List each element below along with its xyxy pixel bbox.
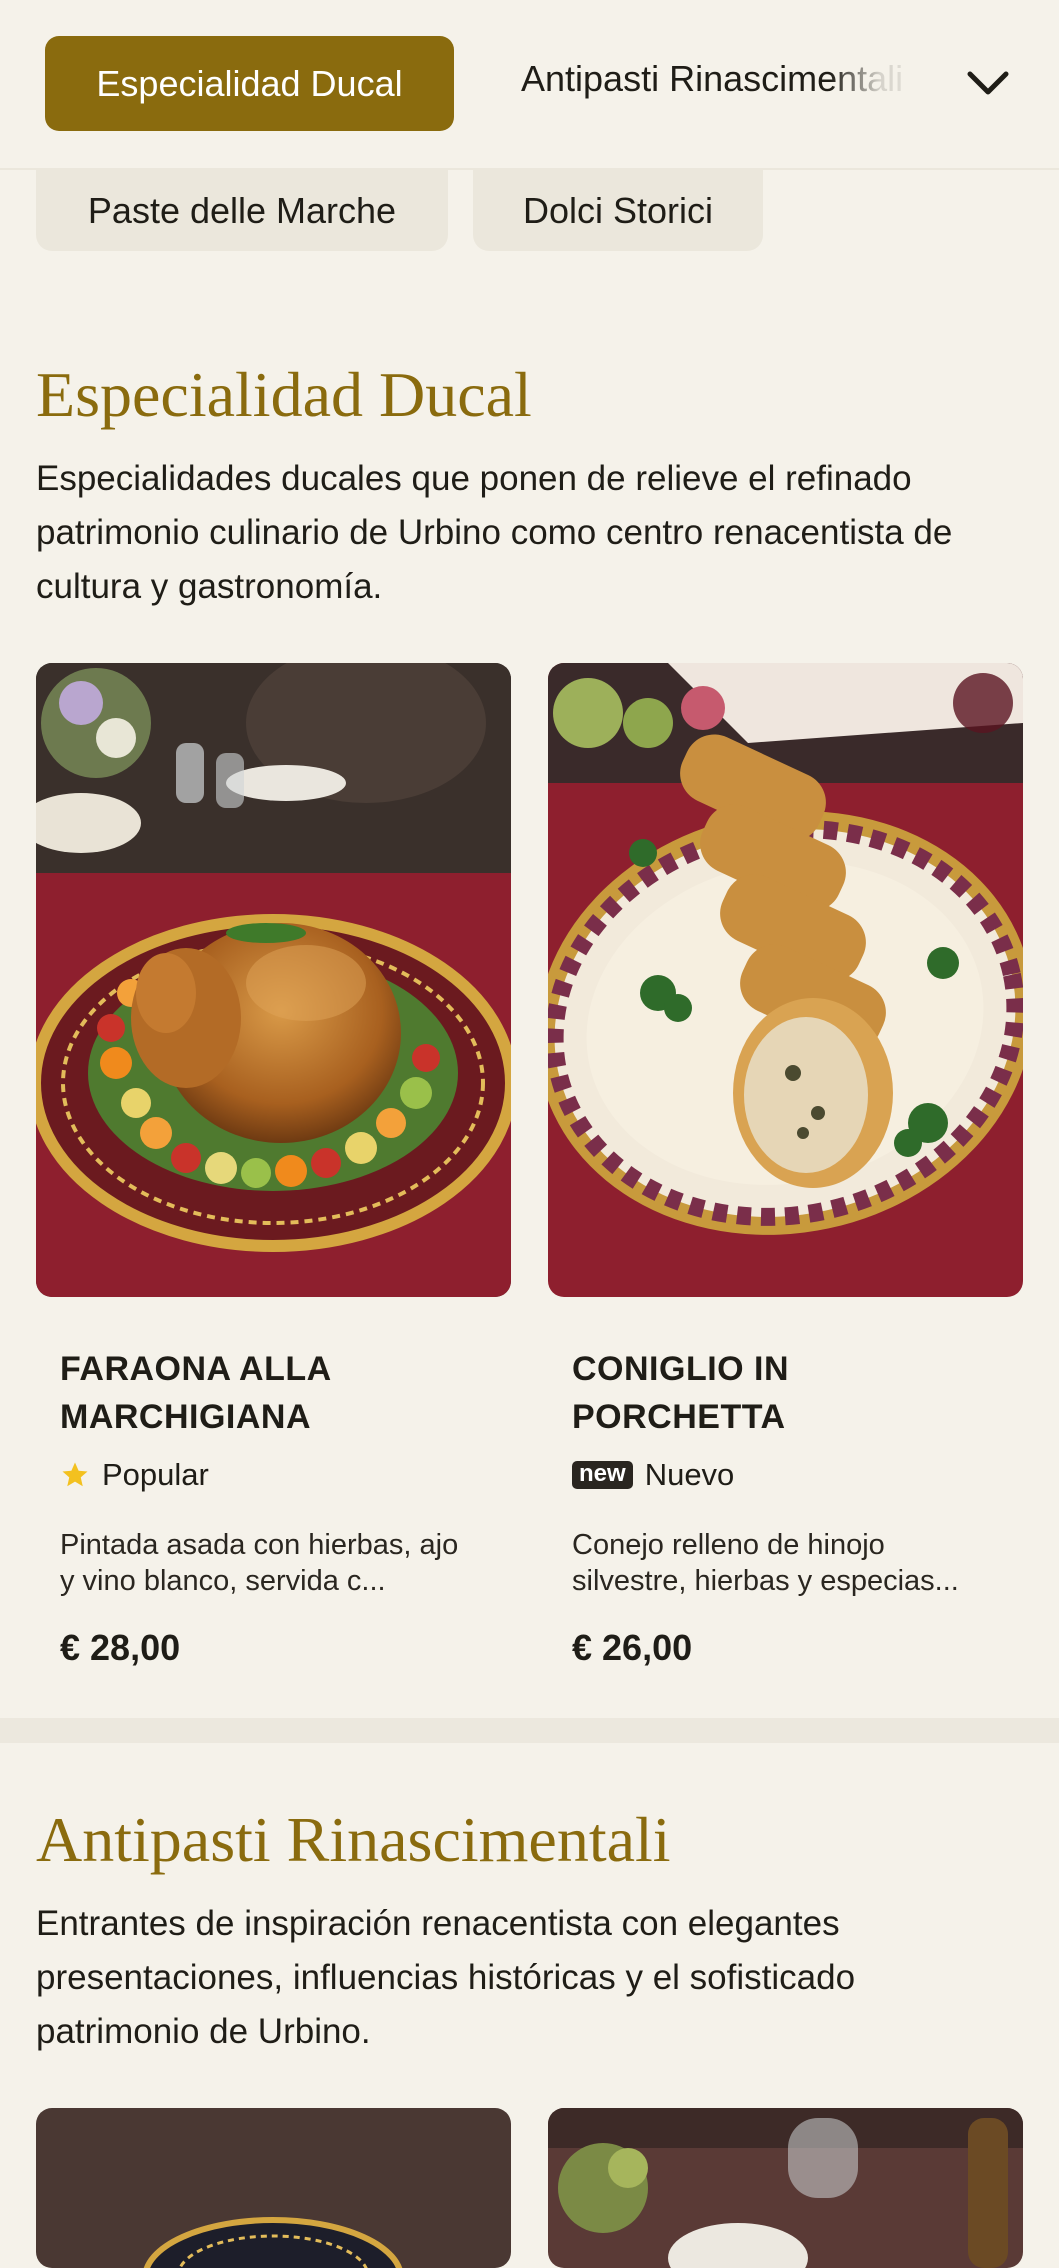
dish-name: FARAONA ALLA MARCHIGIANA: [60, 1350, 331, 1436]
dish-price: € 28,00: [60, 1627, 181, 1668]
dish-price: € 26,00: [572, 1627, 693, 1668]
dish-description: Pintada asada con hierbas, ajo y vino bl…: [60, 1529, 459, 1597]
roast-fowl-illustration: [36, 663, 511, 1297]
category-chip-antipasti[interactable]: Antipasti Rinascimentali: [521, 58, 903, 100]
section-description: Especialidades ducales que ponen de reli…: [36, 459, 953, 606]
badge-label: Nuevo: [644, 1457, 735, 1492]
section-divider: [0, 1718, 1059, 1743]
popular-badge: Popular: [60, 1457, 209, 1493]
category-nav: Especialidad Ducal Antipasti Rinasciment…: [0, 0, 1059, 170]
table-illustration: [548, 2108, 1023, 2268]
badge-label: Popular: [102, 1457, 209, 1492]
chevron-down-icon[interactable]: [962, 58, 1014, 110]
section-title: Antipasti Rinascimentali: [36, 1804, 671, 1875]
dish-description: Conejo relleno de hinojo silvestre, hier…: [572, 1529, 959, 1597]
dish-image-coniglio[interactable]: [548, 663, 1023, 1297]
dish-name: CONIGLIO IN PORCHETTA: [572, 1350, 790, 1436]
category-chip-paste[interactable]: Paste delle Marche: [36, 170, 448, 251]
section-title: Especialidad Ducal: [36, 359, 532, 430]
dish-image-faraona[interactable]: [36, 663, 511, 1297]
plate-illustration: [36, 2108, 511, 2268]
new-tag: new: [572, 1461, 633, 1489]
new-badge: new Nuevo: [572, 1457, 734, 1493]
dish-image[interactable]: [36, 2108, 511, 2268]
category-chip-dolci[interactable]: Dolci Storici: [473, 170, 763, 251]
stuffed-rabbit-illustration: [548, 663, 1023, 1297]
section-description: Entrantes de inspiración renacentista co…: [36, 1904, 856, 2051]
dish-image[interactable]: [548, 2108, 1023, 2268]
category-chip-especialidad-ducal[interactable]: Especialidad Ducal: [45, 36, 454, 131]
star-icon: [62, 1462, 88, 1487]
